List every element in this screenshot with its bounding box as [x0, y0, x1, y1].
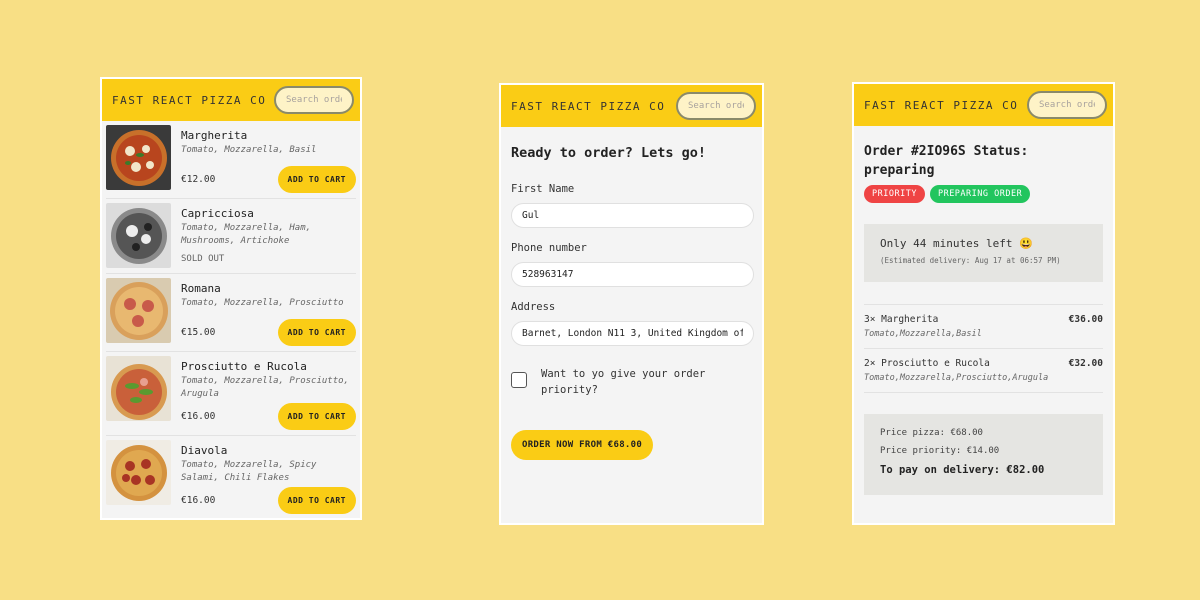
pizza-ingredients: Tomato, Mozzarella, Spicy Salami, Chili … — [181, 460, 317, 483]
order-now-button[interactable]: ORDER NOW FROM €68.00 — [511, 430, 654, 460]
eta-text: Only 44 minutes left 😃 — [880, 237, 1033, 250]
sold-out-label: SOLD OUT — [181, 254, 225, 264]
first-name-field[interactable] — [511, 203, 754, 228]
add-to-cart-button[interactable]: ADD TO CART — [277, 403, 356, 430]
price-priority: Price priority: €14.00 — [880, 446, 1000, 456]
pizza-ingredients: Tomato, Mozzarella, Prosciutto, Arugula — [181, 376, 349, 399]
menu-screen: FAST REACT PIZZA CO Margherita Tomato, M… — [100, 77, 362, 520]
pizza-name: Diavola — [181, 444, 228, 457]
pizza-price: €15.00 — [181, 327, 216, 338]
add-to-cart-button[interactable]: ADD TO CART — [277, 319, 356, 346]
pizza-name: Prosciutto e Rucola — [181, 360, 307, 373]
header: FAST REACT PIZZA CO — [102, 79, 360, 121]
phone-field[interactable] — [511, 262, 754, 287]
priority-label: Want to yo give your order priority? — [541, 368, 706, 396]
priority-badge: PRIORITY — [864, 185, 925, 203]
brand-logo[interactable]: FAST REACT PIZZA CO — [864, 99, 1018, 112]
add-to-cart-button[interactable]: ADD TO CART — [277, 166, 356, 193]
order-items: 3× Margherita €36.00 Tomato,Mozzarella,B… — [864, 304, 1103, 393]
list-item: Prosciutto e Rucola Tomato, Mozzarella, … — [106, 352, 356, 436]
priority-checkbox[interactable] — [511, 372, 527, 388]
brand-logo[interactable]: FAST REACT PIZZA CO — [511, 100, 665, 113]
address-field[interactable] — [511, 321, 754, 346]
add-to-cart-button[interactable]: ADD TO CART — [277, 487, 356, 514]
menu-list: Margherita Tomato, Mozzarella, Basil €12… — [102, 121, 360, 518]
page-title: Order #2IO96S Status: preparing — [864, 144, 1029, 178]
pizza-name: Romana — [181, 282, 221, 295]
page-title: Ready to order? Lets go! — [511, 145, 707, 161]
pizza-name: Capricciosa — [181, 207, 254, 220]
pizza-image — [106, 203, 171, 268]
header: FAST REACT PIZZA CO — [501, 85, 762, 127]
phone-label: Phone number — [511, 242, 587, 254]
list-item: Margherita Tomato, Mozzarella, Basil €12… — [106, 121, 356, 199]
list-item: 2× Prosciutto e Rucola €32.00 Tomato,Moz… — [864, 349, 1103, 393]
header: FAST REACT PIZZA CO — [854, 84, 1113, 126]
item-ingredients: Tomato,Mozzarella,Prosciutto,Arugula — [864, 373, 1049, 383]
address-label: Address — [511, 301, 556, 313]
list-item: Romana Tomato, Mozzarella, Prosciutto €1… — [106, 274, 356, 352]
pizza-name: Margherita — [181, 129, 248, 142]
list-item: Diavola Tomato, Mozzarella, Spicy Salami… — [106, 436, 356, 518]
order-form: Ready to order? Lets go! First Name Phon… — [501, 127, 762, 478]
pizza-image — [106, 356, 171, 421]
item-name: 3× Margherita — [864, 314, 939, 325]
first-name-label: First Name — [511, 183, 575, 195]
brand-logo[interactable]: FAST REACT PIZZA CO — [112, 94, 266, 107]
pizza-image — [106, 125, 171, 190]
list-item: 3× Margherita €36.00 Tomato,Mozzarella,B… — [864, 305, 1103, 349]
item-price: €36.00 — [1068, 314, 1103, 325]
price-pizza: Price pizza: €68.00 — [880, 428, 983, 438]
pizza-ingredients: Tomato, Mozzarella, Ham, Mushrooms, Arti… — [181, 223, 312, 246]
pizza-ingredients: Tomato, Mozzarella, Prosciutto — [181, 298, 344, 308]
pizza-image — [106, 440, 171, 505]
pizza-image — [106, 278, 171, 343]
pizza-price: €16.00 — [181, 495, 216, 506]
order-status: Order #2IO96S Status: preparing PRIORITY… — [854, 126, 1113, 511]
eta-estimate: (Estimated delivery: Aug 17 at 06:57 PM) — [880, 256, 1061, 265]
pizza-price: €16.00 — [181, 411, 216, 422]
item-price: €32.00 — [1068, 358, 1103, 369]
search-input[interactable] — [274, 86, 354, 114]
search-input[interactable] — [1027, 91, 1107, 119]
order-status-screen: FAST REACT PIZZA CO Order #2IO96S Status… — [852, 82, 1115, 525]
item-ingredients: Tomato,Mozzarella,Basil — [864, 329, 982, 339]
to-pay-total: To pay on delivery: €82.00 — [880, 464, 1045, 476]
eta-box: Only 44 minutes left 😃 (Estimated delive… — [864, 224, 1103, 282]
item-name: 2× Prosciutto e Rucola — [864, 358, 990, 369]
order-form-screen: FAST REACT PIZZA CO Ready to order? Lets… — [499, 83, 764, 525]
search-input[interactable] — [676, 92, 756, 120]
status-badge: PREPARING ORDER — [929, 185, 1031, 203]
pizza-ingredients: Tomato, Mozzarella, Basil — [181, 145, 317, 155]
list-item: Capricciosa Tomato, Mozzarella, Ham, Mus… — [106, 199, 356, 274]
totals-box: Price pizza: €68.00 Price priority: €14.… — [864, 414, 1103, 495]
pizza-price: €12.00 — [181, 174, 216, 185]
